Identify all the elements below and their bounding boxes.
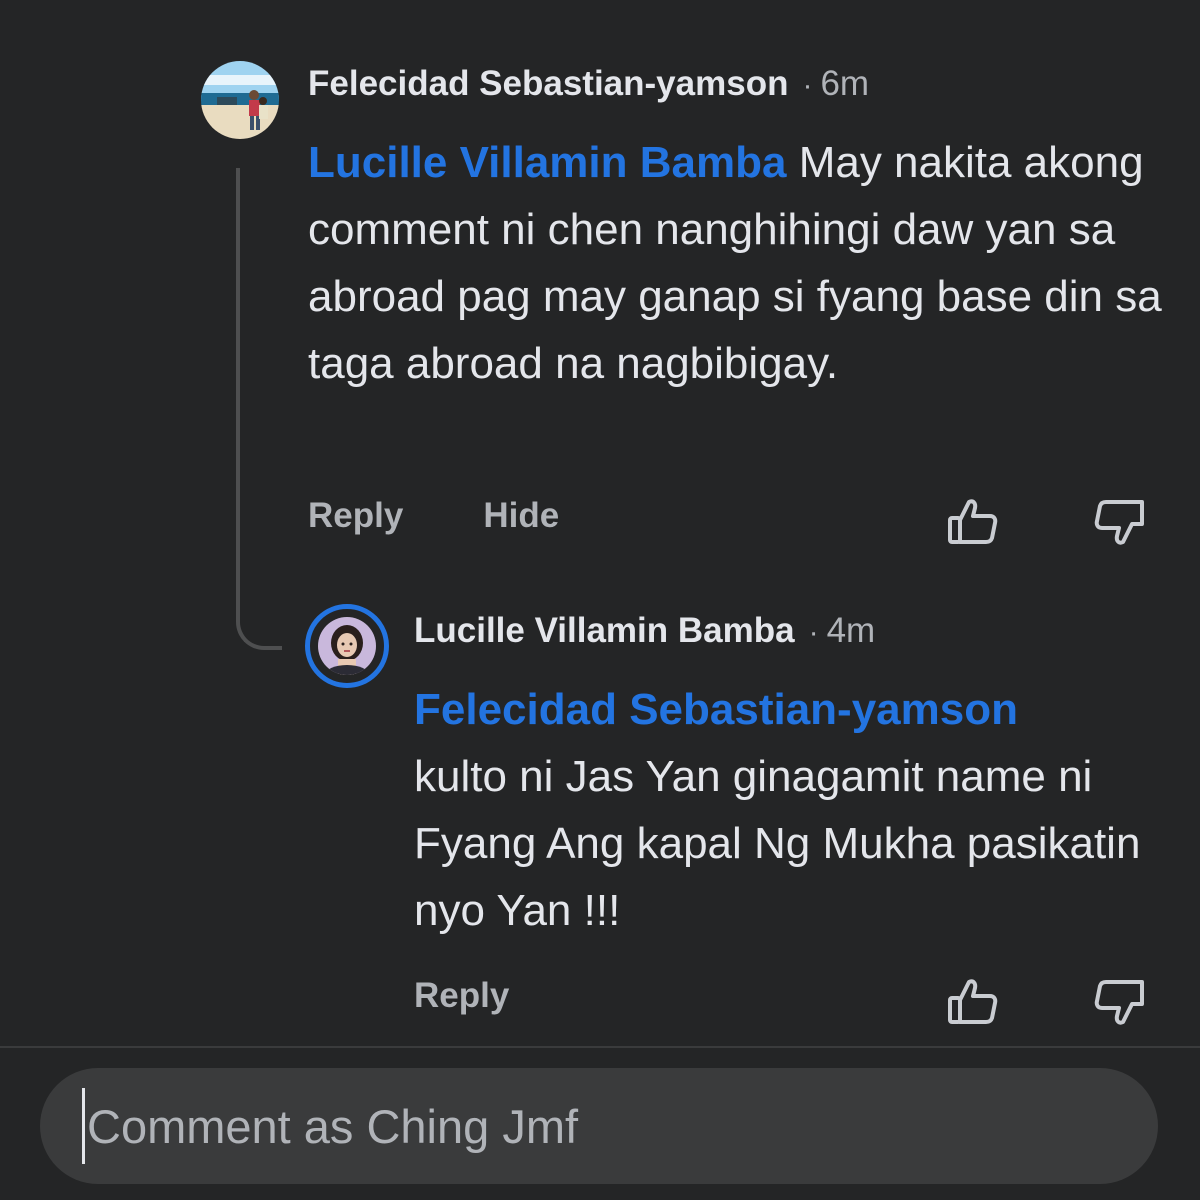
comment-thread-screen: Felecidad Sebastian-yamson · 6m Lucille …: [0, 0, 1200, 1200]
thread-connector-line: [236, 168, 282, 650]
timestamp[interactable]: 4m: [827, 611, 876, 651]
timestamp[interactable]: 6m: [820, 64, 869, 104]
comment-actions: Reply: [414, 976, 509, 1016]
comment-text-content: kulto ni Jas Yan ginagamit name ni Fyang…: [414, 752, 1141, 935]
thumbs-up-icon[interactable]: [944, 974, 1000, 1030]
mention-link[interactable]: Lucille Villamin Bamba: [308, 138, 786, 187]
comment-header: Lucille Villamin Bamba · 4m: [414, 611, 875, 651]
comment-text: Lucille Villamin Bamba May nakita akong …: [308, 129, 1188, 397]
avatar[interactable]: [318, 617, 376, 675]
comment-text: Felecidad Sebastian-yamson kulto ni Jas Y…: [414, 676, 1174, 944]
comment-input[interactable]: [87, 1068, 1158, 1184]
reply-button[interactable]: Reply: [308, 496, 403, 536]
meta-separator: ·: [808, 616, 819, 649]
comment-actions: Reply Hide: [308, 496, 559, 536]
composer-divider: [0, 1046, 1200, 1048]
thumbs-up-icon[interactable]: [944, 494, 1000, 550]
thumbs-down-icon[interactable]: [1092, 494, 1148, 550]
author-name[interactable]: Lucille Villamin Bamba: [414, 611, 795, 651]
thumbs-down-icon[interactable]: [1092, 974, 1148, 1030]
comment-composer[interactable]: [40, 1068, 1158, 1184]
hide-button[interactable]: Hide: [483, 496, 559, 536]
avatar[interactable]: [201, 61, 279, 139]
meta-separator: ·: [802, 69, 813, 102]
reply-button[interactable]: Reply: [414, 976, 509, 1016]
comment-header: Felecidad Sebastian-yamson · 6m: [308, 64, 869, 104]
text-caret: [82, 1088, 85, 1164]
author-name[interactable]: Felecidad Sebastian-yamson: [308, 64, 788, 104]
mention-link[interactable]: Felecidad Sebastian-yamson: [414, 685, 1018, 734]
